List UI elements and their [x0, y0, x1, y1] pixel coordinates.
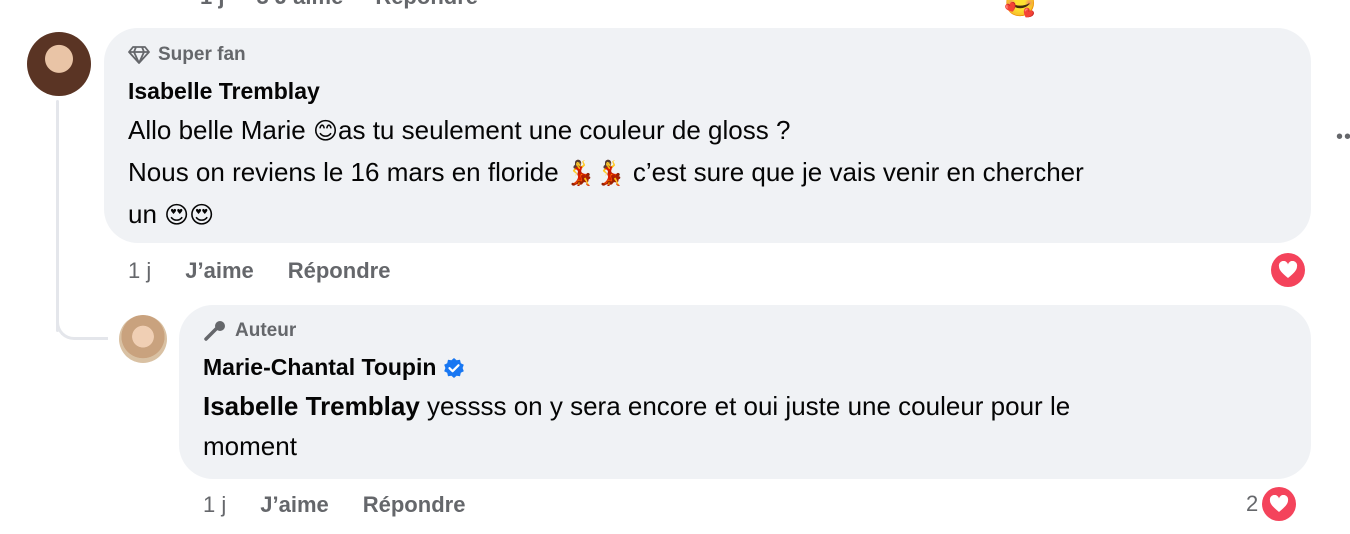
previous-comment-actions: 1 j 3 J’aime Répondre — [200, 0, 510, 10]
reply-actions: 1 j J’aime Répondre — [203, 492, 465, 518]
comment-line-1: Allo belle Marie 😊as tu seulement une co… — [128, 110, 1084, 152]
previous-comment-time: 1 j — [200, 0, 224, 9]
reaction-summary[interactable]: 2 — [1246, 487, 1297, 521]
reply-button[interactable]: Répondre — [288, 258, 391, 284]
like-button[interactable]: J’aime — [260, 492, 329, 518]
thread-line — [56, 100, 59, 332]
love-reaction-button[interactable] — [1271, 253, 1305, 287]
microphone-icon — [204, 321, 225, 341]
dancer-emoji-icon: 💃💃 — [565, 160, 626, 187]
super-fan-badge[interactable]: Super fan — [128, 44, 246, 66]
comment-timestamp[interactable]: 1 j — [128, 258, 151, 284]
text-segment: c’est sure que je vais venir en chercher — [632, 157, 1084, 187]
reply-author[interactable]: Marie-Chantal Toupin — [203, 354, 465, 381]
text-segment: Nous on reviens le 16 mars en floride — [128, 157, 559, 187]
previous-comment-reaction-icon: 🥰 — [1004, 0, 1037, 18]
comment-actions: 1 j J’aime Répondre — [128, 258, 390, 284]
previous-comment-like-button[interactable]: 3 J’aime — [256, 0, 343, 9]
text-segment: un — [128, 199, 157, 229]
diamond-icon — [128, 46, 150, 64]
mention-link[interactable]: Isabelle Tremblay — [203, 391, 420, 421]
author-name-link[interactable]: Isabelle Tremblay — [128, 78, 320, 105]
reply-text: Isabelle Tremblay yessss on y sera encor… — [203, 386, 1070, 466]
comment-line-3: un 😍😍 — [128, 194, 1084, 236]
avatar-marie-chantal-toupin[interactable] — [119, 315, 167, 363]
reply-line-2: moment — [203, 431, 297, 461]
heart-eyes-emoji-icon: 😍😍 — [164, 202, 215, 229]
badge-label: Auteur — [235, 320, 297, 341]
love-reaction-icon — [1262, 487, 1297, 521]
heart-icon — [1270, 495, 1289, 512]
reply-line-1: Isabelle Tremblay yessss on y sera encor… — [203, 386, 1070, 426]
reply-button[interactable]: Répondre — [363, 492, 466, 518]
author-badge[interactable]: Auteur — [203, 320, 296, 342]
smiling-emoji-icon: 😊 — [312, 118, 339, 145]
badge-label: Super fan — [158, 44, 246, 65]
text-segment: yessss on y sera encore et oui juste une… — [427, 391, 1071, 421]
verified-badge-icon — [444, 357, 465, 378]
text-segment: Allo belle Marie — [128, 115, 306, 145]
previous-comment-reply-button[interactable]: Répondre — [375, 0, 478, 9]
text-segment: as tu seulement une couleur de gloss ? — [338, 115, 791, 145]
avatar-isabelle-tremblay[interactable] — [27, 32, 91, 96]
more-options-icon[interactable]: •• — [1336, 126, 1350, 149]
reply-timestamp[interactable]: 1 j — [203, 492, 226, 518]
author-name-link[interactable]: Marie-Chantal Toupin — [203, 354, 436, 381]
comment-line-2: Nous on reviens le 16 mars en floride 💃💃… — [128, 152, 1084, 194]
like-button[interactable]: J’aime — [185, 258, 254, 284]
comment-author[interactable]: Isabelle Tremblay — [128, 78, 320, 105]
heart-icon — [1278, 261, 1298, 278]
reaction-count: 2 — [1246, 491, 1259, 516]
thread-connector — [56, 310, 108, 340]
comment-text: Allo belle Marie 😊as tu seulement une co… — [128, 110, 1084, 236]
